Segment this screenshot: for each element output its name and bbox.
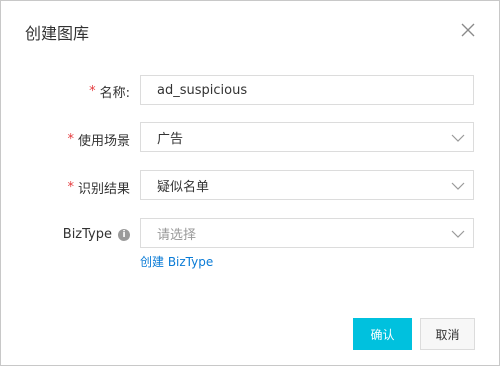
chevron-down-icon: [451, 182, 465, 190]
name-label-group: * 名称:: [89, 82, 130, 101]
create-biztype-link[interactable]: 创建 BizType: [140, 253, 213, 270]
biztype-label-group: BizType i: [63, 227, 130, 242]
scene-label-group: * 使用场景: [67, 130, 130, 149]
close-icon[interactable]: [459, 21, 477, 39]
result-select[interactable]: 疑似名单: [140, 170, 474, 200]
name-input[interactable]: [141, 76, 473, 104]
biztype-select[interactable]: 请选择: [140, 218, 474, 248]
result-value: 疑似名单: [157, 179, 210, 195]
dialog-title: 创建图库: [25, 24, 90, 43]
name-label: 名称:: [99, 86, 130, 101]
name-field[interactable]: [140, 75, 474, 105]
chevron-down-icon: [451, 230, 465, 238]
create-gallery-dialog: 创建图库 * 名称: * 使用场景 广告 * 识别结果 疑似名单 BizType…: [0, 0, 500, 366]
chevron-down-icon: [451, 134, 465, 142]
result-label: 识别结果: [77, 182, 130, 197]
biztype-placeholder: 请选择: [157, 227, 197, 243]
info-icon[interactable]: i: [118, 228, 130, 241]
required-mark: *: [67, 132, 74, 147]
cancel-button[interactable]: 取消: [420, 318, 475, 350]
confirm-button[interactable]: 确认: [353, 318, 412, 350]
required-mark: *: [67, 180, 74, 195]
result-label-group: * 识别结果: [67, 178, 130, 197]
scene-select[interactable]: 广告: [140, 122, 474, 152]
biztype-label: BizType: [62, 227, 112, 242]
scene-label: 使用场景: [77, 134, 130, 149]
scene-value: 广告: [157, 131, 184, 147]
required-mark: *: [89, 84, 96, 99]
